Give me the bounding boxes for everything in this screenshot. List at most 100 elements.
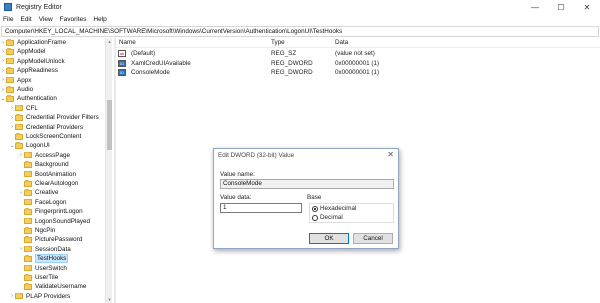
column-header-name[interactable]: Name <box>119 39 136 46</box>
tree-item[interactable]: ⌄ Authentication <box>0 94 57 103</box>
tree-item[interactable]: PicturePassword <box>18 235 82 244</box>
tree-item[interactable]: › PLAP Providers <box>9 292 70 301</box>
tree-item[interactable]: ⌄ LogonUI <box>9 141 50 150</box>
tree-item[interactable]: › Credential Provider Filters <box>9 113 99 122</box>
scroll-up-icon[interactable]: ▲ <box>106 38 113 45</box>
ok-button[interactable]: OK <box>309 233 349 244</box>
value-type: REG_SZ <box>271 50 297 57</box>
address-bar[interactable]: Computer\HKEY_LOCAL_MACHINE\SOFTWARE\Mic… <box>1 26 599 37</box>
value-name: XamlCredUIAvailable <box>131 59 191 67</box>
menu-file[interactable]: File <box>3 16 13 23</box>
value-name-field[interactable]: ConsoleMode <box>220 179 394 189</box>
tree-scrollbar[interactable]: ▲ ▼ <box>105 38 112 303</box>
folder-icon <box>6 67 14 74</box>
column-header-type[interactable]: Type <box>271 39 285 46</box>
folder-icon <box>24 170 32 178</box>
folder-icon <box>24 180 32 187</box>
tree-item[interactable]: › Credential Providers <box>9 123 83 132</box>
tree-item[interactable]: UserTile <box>18 273 58 282</box>
folder-icon <box>6 39 14 46</box>
tree-item[interactable]: LockScreenContent <box>9 132 81 141</box>
close-button[interactable]: ✕ <box>574 0 600 14</box>
tree-item[interactable]: ValidateUsername <box>18 282 86 291</box>
window-title: Registry Editor <box>16 3 62 11</box>
tree-item[interactable]: Background <box>18 160 69 169</box>
cancel-button[interactable]: Cancel <box>353 233 393 244</box>
value-name: (Default) <box>131 50 156 57</box>
tree-item[interactable]: TestHooks <box>18 254 69 264</box>
tree-item-label: TestHooks <box>35 254 69 264</box>
registry-editor-icon <box>4 3 12 11</box>
tree-item[interactable]: FaceLogon <box>18 198 67 207</box>
tree-item[interactable]: FingerprintLogon <box>18 207 83 216</box>
tree-item[interactable]: › Creative <box>18 188 58 197</box>
tree-item-label: ApplicationFrame <box>17 39 66 46</box>
tree-item-label: BootAnimation <box>35 170 76 178</box>
value-data-input[interactable]: 1 <box>220 203 302 213</box>
key-tree: › ApplicationFrame › AppModel › AppModelUnloc… <box>0 38 113 303</box>
value-data: 0x00000001 (1) <box>335 59 380 67</box>
title-bar: Registry Editor — ☐ ✕ <box>0 0 600 14</box>
tree-item-label: LogonSoundPlayed <box>35 217 90 225</box>
menu-bar: File Edit View Favorites Help <box>0 14 600 25</box>
folder-icon <box>24 198 32 206</box>
tree-item[interactable]: › AppModel <box>0 47 45 56</box>
folder-icon <box>15 133 23 140</box>
tree-item-label: PicturePassword <box>35 236 83 244</box>
tree-item-label: SessionData <box>35 245 71 253</box>
tree-item-label: FaceLogon <box>35 198 67 206</box>
tree-item[interactable]: › Appx <box>0 76 31 85</box>
value-row[interactable]: 01 XamlCredUIAvailable REG_DWORD 0x00000001… <box>116 59 600 68</box>
folder-icon <box>6 86 14 93</box>
value-row[interactable]: 01 ConsoleMode REG_DWORD 0x00000001 (1) <box>116 68 600 77</box>
menu-help[interactable]: Help <box>93 16 106 23</box>
value-data-label: Value data: <box>220 194 252 201</box>
tree-item-label: AppModelUnlock <box>17 57 65 65</box>
value-data: 0x00000001 (1) <box>335 69 380 76</box>
edit-dword-dialog: Edit DWORD (32-bit) Value ✕ Value name: … <box>213 148 399 249</box>
scroll-thumb[interactable] <box>107 100 112 150</box>
tree-item-label: Audio <box>17 86 34 93</box>
tree-item[interactable]: NgcPin <box>18 226 55 235</box>
tree-item[interactable]: LogonSoundPlayed <box>18 217 90 226</box>
tree-item[interactable]: ClearAutologon <box>18 179 78 188</box>
decimal-radio[interactable]: Decimal <box>312 214 343 221</box>
folder-icon <box>24 274 32 281</box>
tree-item-label: AccessPage <box>35 151 71 159</box>
folder-icon <box>15 292 23 300</box>
dword-value-icon: 01 <box>118 59 126 67</box>
menu-view[interactable]: View <box>39 16 53 23</box>
tree-item[interactable]: UserSwitch <box>18 264 67 273</box>
folder-icon <box>6 48 14 55</box>
dword-value-icon: 01 <box>118 69 126 76</box>
folder-icon <box>24 255 32 262</box>
folder-icon <box>24 217 32 225</box>
value-row[interactable]: ab (Default) REG_SZ (value not set) <box>116 49 600 58</box>
tree-item[interactable]: › AppModelUnlock <box>0 57 65 66</box>
tree-item[interactable]: › Audio <box>0 85 33 94</box>
menu-edit[interactable]: Edit <box>20 16 31 23</box>
tree-item[interactable]: › SessionData <box>18 245 71 254</box>
decimal-label: Decimal <box>320 214 343 221</box>
column-header-data[interactable]: Data <box>335 39 348 46</box>
menu-favorites[interactable]: Favorites <box>60 16 87 23</box>
value-data: (value not set) <box>335 50 375 57</box>
folder-icon <box>6 95 14 102</box>
folder-icon <box>24 161 32 168</box>
maximize-button[interactable]: ☐ <box>548 0 574 14</box>
tree-item[interactable]: › ApplicationFrame <box>0 38 66 47</box>
tree-item-label: UserTile <box>35 274 59 281</box>
tree-item-label: Creative <box>35 189 59 197</box>
hexadecimal-label: Hexadecimal <box>320 205 357 212</box>
tree-item[interactable]: › AccessPage <box>18 151 70 160</box>
tree-item[interactable]: › AppReadiness <box>0 66 58 75</box>
tree-item[interactable]: BootAnimation <box>18 170 76 179</box>
scroll-down-icon[interactable]: ▼ <box>106 296 113 303</box>
dialog-close-icon[interactable]: ✕ <box>387 150 394 159</box>
tree-item[interactable]: › CFL <box>9 104 38 113</box>
tree-item-label: Appx <box>17 76 32 84</box>
hexadecimal-radio[interactable]: Hexadecimal <box>312 205 356 212</box>
tree-item-label: PLAP Providers <box>26 292 71 300</box>
window-controls: — ☐ ✕ <box>522 0 600 14</box>
minimize-button[interactable]: — <box>522 0 548 14</box>
